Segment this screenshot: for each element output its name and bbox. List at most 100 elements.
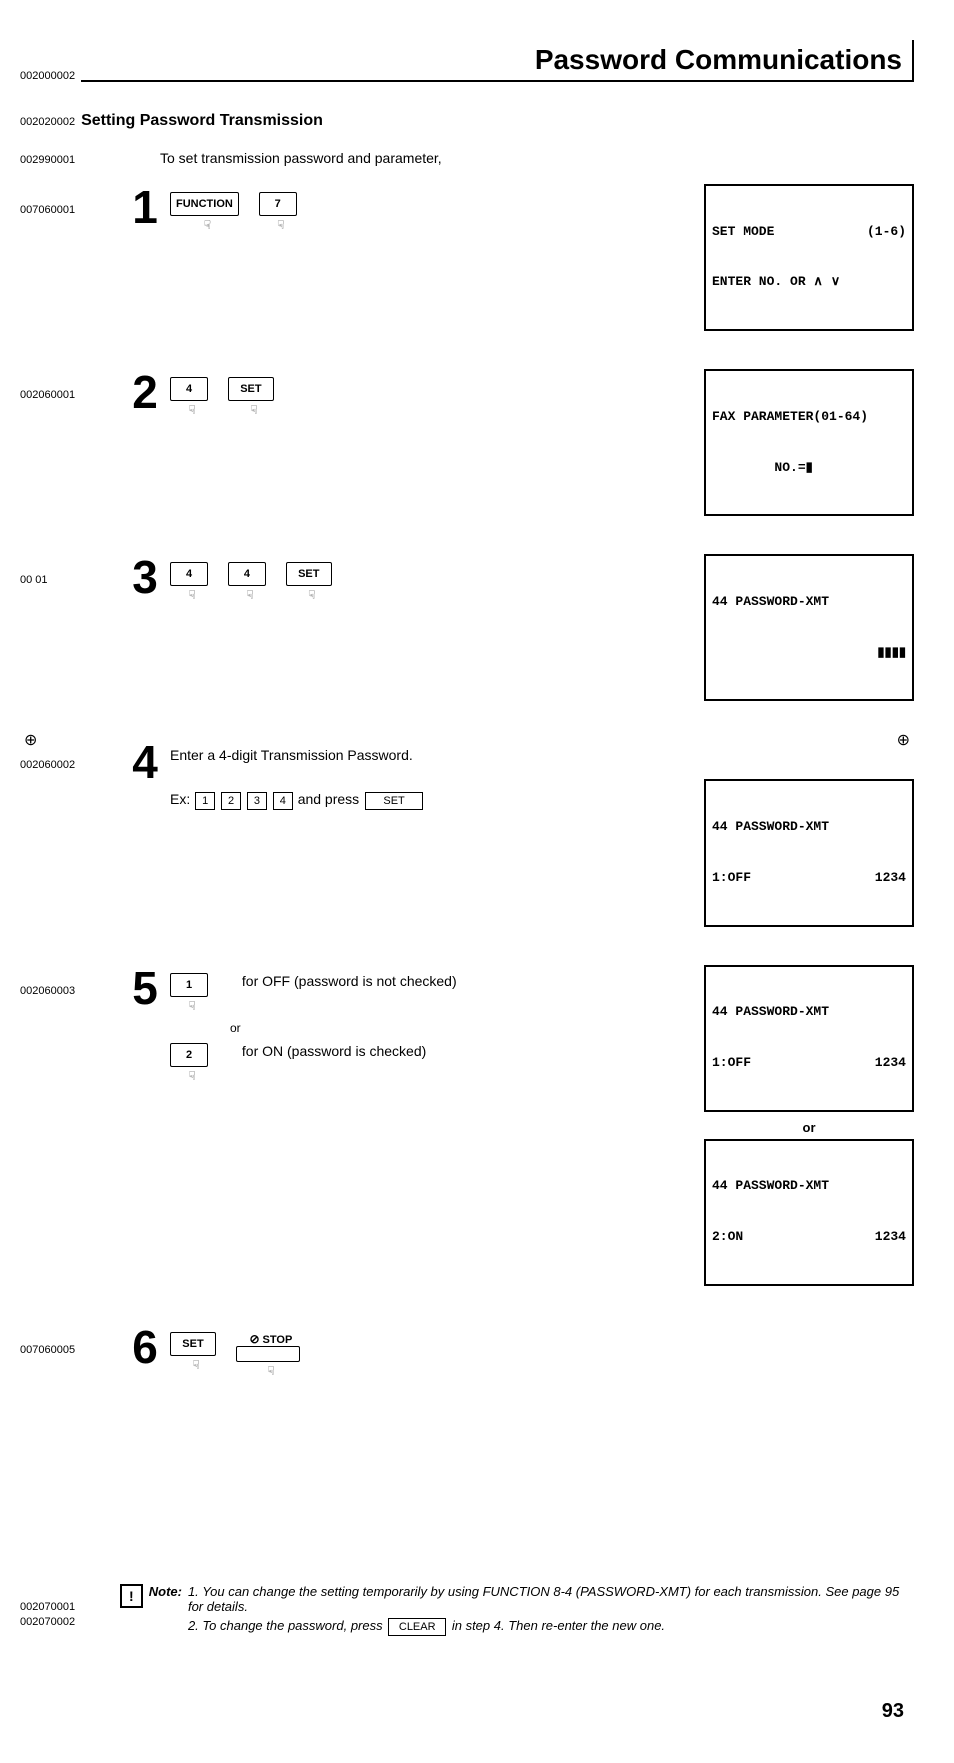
on-text: for ON (password is checked) bbox=[242, 1043, 426, 1059]
lcd-text: FAX PARAMETER(01-64) bbox=[712, 409, 906, 426]
step-6: 007060005 6 SET STOP bbox=[20, 1324, 914, 1404]
note-1-num: 1. bbox=[188, 1584, 199, 1599]
key-2-label: 2 bbox=[170, 1043, 208, 1067]
lcd-text: 44 PASSWORD-XMT bbox=[712, 1178, 906, 1195]
key-1: 1 bbox=[170, 973, 214, 1013]
key-set: SET bbox=[228, 377, 280, 417]
press-icon bbox=[170, 218, 245, 232]
press-icon bbox=[170, 999, 214, 1013]
lcd-text: NO.=▮ bbox=[712, 460, 906, 477]
lcd-text: 1234 bbox=[875, 1229, 906, 1246]
crop-mark-left-icon: ⊕ bbox=[24, 730, 37, 750]
ex-set-key: SET bbox=[365, 792, 423, 810]
lcd-text: ENTER NO. OR ∧ ∨ bbox=[712, 274, 906, 291]
crop-mark-right-icon: ⊕ bbox=[897, 730, 910, 750]
note-side-codes: 002070001 002070002 bbox=[20, 1584, 120, 1631]
step-3: 00 01 3 4 4 SET 44 PASSWORD-XMT ▮▮▮▮ bbox=[20, 554, 914, 709]
lcd-step-5-off: 44 PASSWORD-XMT 1:OFF 1234 bbox=[704, 965, 914, 1112]
press-icon bbox=[236, 1364, 306, 1378]
key-4a: 4 bbox=[170, 562, 214, 602]
note-2-text-b: in step 4. Then re-enter the new one. bbox=[452, 1618, 665, 1633]
key-set-label: SET bbox=[228, 377, 274, 401]
step-2-code: 002060001 bbox=[20, 369, 120, 401]
press-icon bbox=[228, 403, 280, 417]
step-4-text1: Enter a 4-digit Transmission Password. bbox=[170, 747, 413, 763]
lcd-text: 1234 bbox=[875, 1055, 906, 1072]
lcd-text: 44 PASSWORD-XMT bbox=[712, 594, 906, 611]
function-key: FUNCTION bbox=[170, 192, 245, 232]
header-code: 002000002 bbox=[20, 70, 75, 82]
key-set-label: SET bbox=[286, 562, 332, 586]
lcd-step-1: SET MODE (1-6) ENTER NO. OR ∧ ∨ bbox=[704, 184, 914, 331]
step-6-num: 6 bbox=[120, 1324, 170, 1370]
step-6-code: 007060005 bbox=[20, 1324, 120, 1356]
key-2: 2 bbox=[170, 1043, 214, 1083]
step-1: 007060001 1 FUNCTION 7 SET MODE(1-6) ENT… bbox=[20, 184, 914, 339]
note-2-num: 2. bbox=[188, 1618, 199, 1633]
note-2-text-a: To change the password, press bbox=[202, 1618, 386, 1633]
lcd-step-5-on: 44 PASSWORD-XMT 2:ON 1234 bbox=[704, 1139, 914, 1286]
lcd-text: 1:OFF bbox=[712, 870, 751, 887]
note-items: 1. You can change the setting temporaril… bbox=[188, 1584, 914, 1640]
step-1-code: 007060001 bbox=[20, 184, 120, 216]
key-set-label: SET bbox=[170, 1332, 216, 1356]
page-number: 93 bbox=[20, 1700, 914, 1723]
ex-key-3: 3 bbox=[247, 792, 267, 810]
lcd-step-2: FAX PARAMETER(01-64) NO.=▮ bbox=[704, 369, 914, 516]
or-label: or bbox=[230, 1021, 704, 1035]
key-4b-label: 4 bbox=[228, 562, 266, 586]
lcd-text: 2:ON bbox=[712, 1229, 743, 1246]
lcd-text: (1-6) bbox=[867, 224, 906, 241]
press-icon bbox=[170, 1069, 214, 1083]
step-3-num: 3 bbox=[120, 554, 170, 600]
clear-key: CLEAR bbox=[388, 1618, 446, 1636]
key-stop: STOP bbox=[236, 1332, 306, 1378]
step-5-code: 002060003 bbox=[20, 965, 120, 997]
key-4-label: 4 bbox=[170, 377, 208, 401]
lcd-text: ▮▮▮▮ bbox=[712, 645, 906, 662]
lcd-text: 1:OFF bbox=[712, 1055, 751, 1072]
press-icon bbox=[170, 1358, 222, 1372]
step-2-num: 2 bbox=[120, 369, 170, 415]
key-stop-box bbox=[236, 1346, 300, 1362]
intro-code: 002990001 bbox=[20, 154, 120, 166]
key-7-label: 7 bbox=[259, 192, 297, 216]
step-5-num: 5 bbox=[120, 965, 170, 1011]
lcd-step-3: 44 PASSWORD-XMT ▮▮▮▮ bbox=[704, 554, 914, 701]
ex-key-2: 2 bbox=[221, 792, 241, 810]
note-code-1: 002070001 bbox=[20, 1600, 120, 1615]
note-icon: ! bbox=[120, 1584, 143, 1608]
section-title: Setting Password Transmission bbox=[81, 112, 323, 130]
step-4-num: 4 bbox=[120, 739, 170, 785]
page-title: Password Communications bbox=[535, 44, 902, 75]
step-5: 002060003 5 1 for OFF (password is not c… bbox=[20, 965, 914, 1294]
stop-label: STOP bbox=[236, 1332, 306, 1346]
note-label: Note: bbox=[149, 1584, 182, 1599]
press-icon bbox=[170, 588, 214, 602]
off-text: for OFF (password is not checked) bbox=[242, 973, 457, 989]
step-2: 002060001 2 4 SET FAX PARAMETER(01-64) N… bbox=[20, 369, 914, 524]
lcd-text: SET MODE bbox=[712, 224, 774, 241]
lcd-or: or bbox=[704, 1120, 914, 1135]
ex-mid: and press bbox=[298, 791, 363, 807]
intro: 002990001 To set transmission password a… bbox=[20, 150, 914, 166]
note-1-text: You can change the setting temporarily b… bbox=[188, 1584, 899, 1614]
title-box: Password Communications bbox=[81, 40, 914, 82]
key-4: 4 bbox=[170, 377, 214, 417]
key-function: FUNCTION bbox=[170, 192, 239, 216]
press-icon bbox=[286, 588, 338, 602]
key-4a-label: 4 bbox=[170, 562, 208, 586]
ex-key-4: 4 bbox=[273, 792, 293, 810]
page-header: 002000002 Password Communications bbox=[20, 40, 914, 82]
key-7: 7 bbox=[259, 192, 303, 232]
step-3-code: 00 01 bbox=[20, 554, 120, 586]
note-code-2: 002070002 bbox=[20, 1615, 120, 1630]
step-4: 002060002 4 Enter a 4-digit Transmission… bbox=[20, 739, 914, 934]
press-icon bbox=[170, 403, 214, 417]
lcd-text: 1234 bbox=[875, 870, 906, 887]
section-code: 002020002 bbox=[20, 116, 75, 128]
example-label: Ex: bbox=[170, 791, 190, 807]
lcd-text: 44 PASSWORD-XMT bbox=[712, 1004, 906, 1021]
lcd-text: 44 PASSWORD-XMT bbox=[712, 819, 906, 836]
section-heading: 002020002 Setting Password Transmission bbox=[20, 112, 914, 130]
